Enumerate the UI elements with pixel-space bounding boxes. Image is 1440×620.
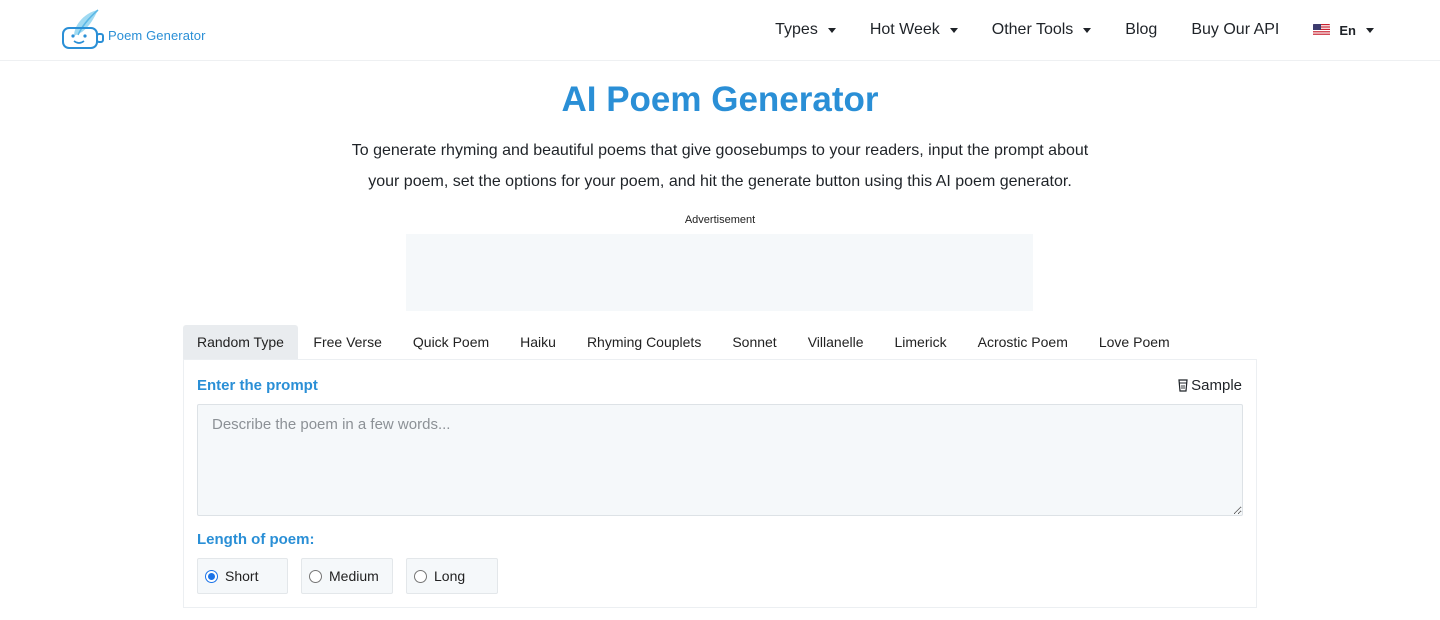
length-option-short[interactable]: Short <box>197 558 288 594</box>
nav-hot-week[interactable]: Hot Week <box>870 21 958 39</box>
length-label: Length of poem: <box>197 531 315 548</box>
length-option-medium-label: Medium <box>329 568 379 584</box>
tab-haiku[interactable]: Haiku <box>505 325 572 359</box>
nav-blog-label: Blog <box>1125 21 1158 38</box>
logo-text: Poem Generator <box>108 27 206 43</box>
tab-limerick[interactable]: Limerick <box>879 325 962 359</box>
site-logo[interactable]: Poem Generator <box>60 8 206 52</box>
cup-icon <box>1178 379 1188 392</box>
nav-buy-api[interactable]: Buy Our API <box>1191 21 1279 39</box>
main-nav: Types Hot Week Other Tools Blog Buy Our … <box>741 0 1374 60</box>
site-header: Poem Generator Types Hot Week Other Tool… <box>0 0 1440 61</box>
radio-long[interactable] <box>414 569 427 583</box>
length-option-long[interactable]: Long <box>406 558 498 594</box>
tab-sonnet[interactable]: Sonnet <box>717 325 792 359</box>
tab-quick-poem[interactable]: Quick Poem <box>397 325 504 359</box>
length-option-medium[interactable]: Medium <box>301 558 393 594</box>
language-label: En <box>1339 22 1356 38</box>
length-option-long-label: Long <box>434 568 466 584</box>
sample-label: Sample <box>1191 377 1242 394</box>
nav-hot-week-label: Hot Week <box>869 21 940 38</box>
tab-acrostic-poem[interactable]: Acrostic Poem <box>962 325 1083 359</box>
us-flag-icon <box>1313 24 1331 36</box>
caret-down-icon <box>1083 27 1092 33</box>
length-option-short-label: Short <box>225 568 259 584</box>
tab-love-poem[interactable]: Love Poem <box>1083 325 1185 359</box>
nav-other-tools[interactable]: Other Tools <box>992 21 1092 39</box>
nav-blog[interactable]: Blog <box>1125 21 1157 39</box>
page-intro: To generate rhyming and beautiful poems … <box>351 142 1089 190</box>
advertisement-label: Advertisement <box>684 214 756 226</box>
tab-free-verse[interactable]: Free Verse <box>298 325 397 359</box>
language-selector[interactable]: En <box>1313 23 1374 38</box>
nav-types[interactable]: Types <box>775 21 836 39</box>
poem-form-card: Enter the prompt Sample Length of poem: … <box>183 359 1257 608</box>
tab-villanelle[interactable]: Villanelle <box>792 325 879 359</box>
page-title: AI Poem Generator <box>561 80 879 119</box>
radio-short[interactable] <box>205 569 218 583</box>
quill-robot-logo-icon <box>62 9 104 49</box>
radio-medium[interactable] <box>309 569 322 583</box>
nav-buy-api-label: Buy Our API <box>1191 21 1280 38</box>
prompt-label: Enter the prompt <box>197 377 318 394</box>
caret-down-icon <box>1366 27 1374 33</box>
caret-down-icon <box>949 27 958 33</box>
caret-down-icon <box>827 27 836 33</box>
length-options: Short Medium Long <box>197 558 511 594</box>
nav-types-label: Types <box>775 21 818 38</box>
advertisement-slot[interactable] <box>406 234 1033 311</box>
tab-random-type[interactable]: Random Type <box>183 325 298 359</box>
poem-type-tabs: Random Type Free Verse Quick Poem Haiku … <box>183 325 1185 359</box>
sample-button[interactable]: Sample <box>1178 377 1242 394</box>
nav-other-tools-label: Other Tools <box>991 21 1074 38</box>
tab-rhyming-couplets[interactable]: Rhyming Couplets <box>571 325 716 359</box>
prompt-textarea[interactable] <box>197 404 1243 516</box>
